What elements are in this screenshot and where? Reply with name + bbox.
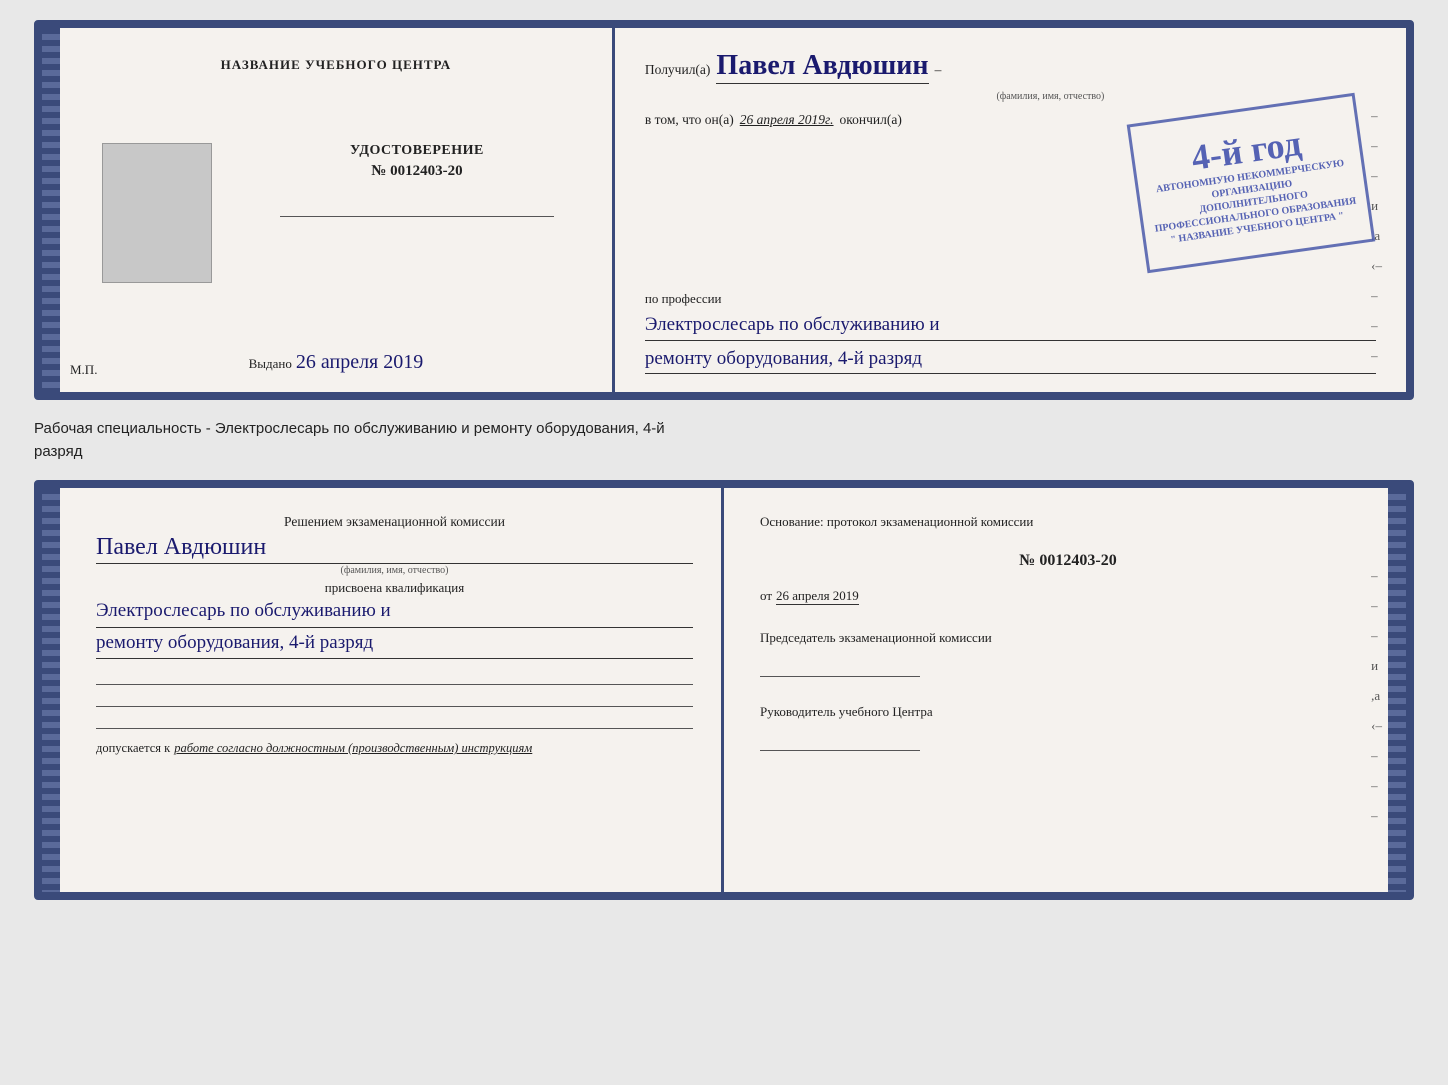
poluchil-dash: – xyxy=(935,62,942,78)
bottom-left-strip xyxy=(42,488,60,892)
bottom-person-name: Павел Авдюшин xyxy=(96,534,693,564)
udostoverenie-number: № 0012403-20 xyxy=(246,163,588,180)
separator-line2: разряд xyxy=(34,441,1414,462)
cert-title-box: НАЗВАНИЕ УЧЕБНОГО ЦЕНТРА xyxy=(84,56,588,74)
osnovaniye-date-row: от 26 апреля 2019 xyxy=(760,588,1376,605)
sig-line-2 xyxy=(96,689,693,707)
photo-placeholder xyxy=(102,143,212,283)
separator-line1: Рабочая специальность - Электрослесарь п… xyxy=(34,418,1414,439)
separator-area: Рабочая специальность - Электрослесарь п… xyxy=(34,418,1414,462)
dopuskaetsya-label: допускается к xyxy=(96,741,170,756)
udostoverenie-block: УДОСТОВЕРЕНИЕ № 0012403-20 xyxy=(246,143,588,217)
sig-line-3 xyxy=(96,711,693,729)
vtom-date: 26 апреля 2019г. xyxy=(740,112,834,128)
vydano-label: Выдано xyxy=(249,356,292,372)
profession-value: Электрослесарь по обслуживанию и xyxy=(645,311,1376,341)
dopuskaetsya-block: допускается к работе согласно должностны… xyxy=(96,741,693,756)
profession-block: по профессии Электрослесарь по обслужива… xyxy=(645,291,1376,374)
bottom-fio-hint: (фамилия, имя, отчество) xyxy=(96,565,693,576)
cert-bottom-left: Решением экзаменационной комиссии Павел … xyxy=(42,488,724,892)
ot-label: от xyxy=(760,588,772,604)
poluchil-name-container: Павел Авдюшин xyxy=(716,50,928,84)
poluchil-name: Павел Авдюшин xyxy=(716,50,928,81)
osnovaniye-number: № 0012403-20 xyxy=(760,552,1376,570)
osnovaniye-label: Основание: протокол экзаменационной коми… xyxy=(760,512,1376,532)
sig-line-1 xyxy=(96,667,693,685)
signature-lines xyxy=(96,667,693,729)
bottom-certificate: Решением экзаменационной комиссии Павел … xyxy=(34,480,1414,900)
profession-value2: ремонту оборудования, 4-й разряд xyxy=(645,345,1376,375)
resheniye-label: Решением экзаменационной комиссии xyxy=(96,512,693,532)
qualification-line1: Электрослесарь по обслуживанию и xyxy=(96,596,693,627)
rukovoditel-label: Руководитель учебного Центра xyxy=(760,703,1376,721)
predsedatel-block: Председатель экзаменационной комиссии xyxy=(760,629,1376,677)
rukovoditel-sig-line xyxy=(760,729,920,751)
okonchil-label: окончил(а) xyxy=(840,112,902,128)
left-decorative-strip xyxy=(42,28,60,392)
mp-label: М.П. xyxy=(70,362,97,378)
vydano-date: 26 апреля 2019 xyxy=(296,351,423,374)
prisvoena-label: присвоена квалификация xyxy=(96,580,693,596)
dopuskaetsya-value: работе согласно должностным (производств… xyxy=(174,741,532,756)
qualification-line2: ремонту оборудования, 4-й разряд xyxy=(96,628,693,659)
poluchil-row: Получил(а) Павел Авдюшин – (фамилия, имя… xyxy=(645,50,1376,102)
top-certificate: НАЗВАНИЕ УЧЕБНОГО ЦЕНТРА УДОСТОВЕРЕНИЕ №… xyxy=(34,20,1414,400)
cert-bottom-right: Основание: протокол экзаменационной коми… xyxy=(724,488,1406,892)
cert-left-panel: НАЗВАНИЕ УЧЕБНОГО ЦЕНТРА УДОСТОВЕРЕНИЕ №… xyxy=(42,28,615,392)
bottom-right-strip xyxy=(1388,488,1406,892)
stamp: 4-й год АВТОНОМНУЮ НЕКОММЕРЧЕСКУЮ ОРГАНИ… xyxy=(1127,93,1376,274)
cert-title: НАЗВАНИЕ УЧЕБНОГО ЦЕНТРА xyxy=(84,56,588,74)
rukovoditel-block: Руководитель учебного Центра xyxy=(760,703,1376,751)
vydano-block: Выдано 26 апреля 2019 xyxy=(84,351,588,374)
predsedatel-label: Председатель экзаменационной комиссии xyxy=(760,629,1376,647)
poluchil-label: Получил(а) xyxy=(645,62,711,78)
udostoverenie-label: УДОСТОВЕРЕНИЕ xyxy=(246,143,588,159)
profession-label: по профессии xyxy=(645,291,1376,307)
cert-right-panel: Получил(а) Павел Авдюшин – (фамилия, имя… xyxy=(615,28,1406,392)
fio-hint-top: (фамилия, имя, отчество) xyxy=(725,91,1376,102)
predsedatel-sig-line xyxy=(760,655,920,677)
vtom-label: в том, что он(а) xyxy=(645,112,734,128)
ot-date: 26 апреля 2019 xyxy=(776,588,859,605)
bottom-right-dashes: – – – и ,а ‹– – – – xyxy=(1371,568,1382,824)
